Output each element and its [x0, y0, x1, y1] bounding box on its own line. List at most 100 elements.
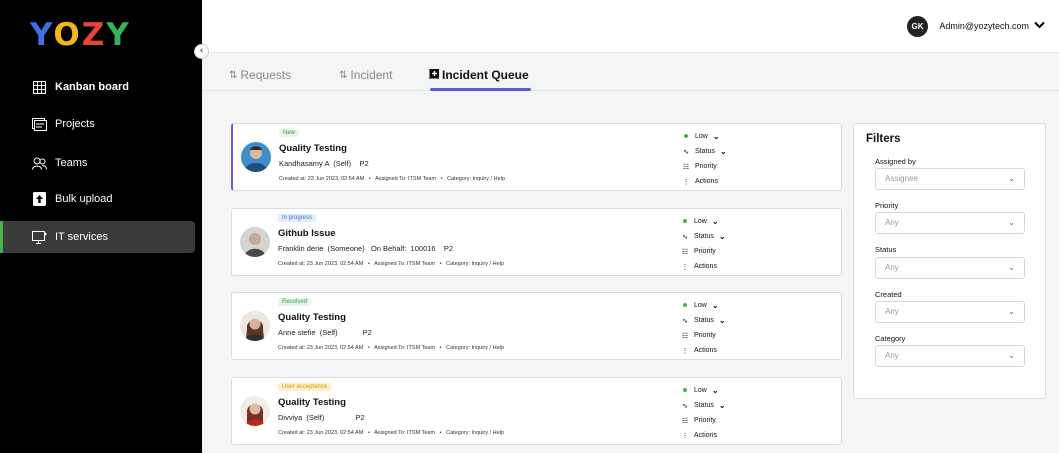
card-title[interactable]: Quality Testing [279, 143, 347, 154]
chevron-down-icon: ⌄ [718, 401, 726, 410]
priority-button[interactable]: ☷ Priority [680, 244, 740, 259]
chevron-down-icon: ⌄ [1008, 263, 1015, 272]
chevron-down-icon: ⌄ [711, 217, 719, 226]
priority-dropdown[interactable]: Low ⌄ [681, 129, 741, 144]
status-badge: Resolved [278, 298, 312, 306]
active-tab-indicator [430, 88, 531, 91]
card-title[interactable]: Quality Testing [278, 397, 346, 408]
activity-icon: ∿ [682, 317, 688, 325]
card-requester: Anne stefie (Self) P2 [278, 328, 372, 337]
teams-icon [31, 155, 47, 171]
activity-icon: ∿ [682, 233, 688, 241]
chevron-left-icon: ‹ [199, 46, 204, 56]
priority-dot-icon [683, 303, 687, 307]
priority-dropdown[interactable]: Low ⌄ [680, 298, 740, 313]
card-meta: Created at: 23 Jun 2023, 02:54 AM • Assi… [278, 261, 504, 267]
card-title[interactable]: Quality Testing [278, 312, 346, 323]
chevron-down-icon: ⌄ [1008, 307, 1015, 316]
avatar [240, 311, 270, 341]
sidebar-item-bulk-upload[interactable]: Bulk upload [0, 183, 195, 215]
status-dropdown[interactable]: ∿ Status ⌄ [681, 144, 741, 159]
chevron-down-icon: ⌄ [1008, 218, 1015, 227]
branch-icon: ⇅ [339, 69, 348, 81]
list-icon: ☷ [681, 417, 689, 425]
sidebar-item-projects[interactable]: Projects [0, 108, 195, 140]
avatar [240, 396, 270, 426]
activity-icon: ∿ [683, 148, 689, 156]
incident-card[interactable]: Resolved Quality Testing Anne stefie (Se… [231, 292, 842, 360]
actions-button[interactable]: ⋮ Actions [680, 343, 740, 358]
incident-card[interactable]: In progress Github Issue Franklin derie … [231, 208, 842, 276]
more-vertical-icon: ⋮ [681, 347, 689, 355]
avatar [240, 227, 270, 257]
chevron-down-icon: ⌄ [718, 232, 726, 241]
more-vertical-icon: ⋮ [681, 432, 689, 440]
avatar[interactable]: GK [907, 16, 928, 37]
priority-dot-icon [683, 219, 687, 223]
tab-incident[interactable]: ⇅ Incident [339, 68, 392, 82]
card-actions-panel: Low ⌄ ∿ Status ⌄ ☷ Priority ⋮ Actions [680, 214, 740, 274]
filter-assigned-by-select[interactable]: Assignee ⌄ [875, 168, 1025, 190]
chevron-down-icon: ⌄ [711, 301, 719, 310]
card-requester: Franklin derie (Someone) On Behalf: 1000… [278, 244, 454, 253]
filters-title: Filters [866, 133, 901, 145]
sidebar: YOZY Kanban board Projects Teams Bulk up… [0, 0, 202, 453]
sidebar-item-it-services[interactable]: IT services [0, 221, 195, 253]
card-actions-panel: Low ⌄ ∿ Status ⌄ ☷ Priority ⋮ Actions [680, 298, 740, 358]
card-actions-panel: Low ⌄ ∿ Status ⌄ ☷ Priority ⋮ Actions [681, 129, 741, 189]
filter-created-select[interactable]: Any ⌄ [875, 301, 1025, 323]
kanban-icon [31, 79, 47, 95]
card-meta: Created at: 23 Jun 2023, 02:54 AM • Assi… [278, 345, 504, 351]
user-email[interactable]: Admin@yozytech.com [939, 21, 1029, 31]
list-icon: ☷ [682, 163, 690, 171]
filter-label-assigned-by: Assigned by [875, 157, 916, 166]
filter-priority-select[interactable]: Any ⌄ [875, 212, 1025, 234]
status-dropdown[interactable]: ∿ Status ⌄ [680, 313, 740, 328]
branch-icon: ⇅ [229, 69, 238, 81]
chevron-down-icon: ⌄ [711, 386, 719, 395]
status-dropdown[interactable]: ∿ Status ⌄ [680, 398, 740, 413]
sidebar-item-kanban-board[interactable]: Kanban board [0, 71, 195, 103]
filter-status-select[interactable]: Any ⌄ [875, 257, 1025, 279]
activity-icon: ∿ [682, 402, 688, 410]
priority-button[interactable]: ☷ Priority [680, 328, 740, 343]
chevron-down-icon: ⌄ [712, 132, 720, 141]
list-icon: ☷ [681, 332, 689, 340]
filters-panel: Filters Assigned by Assignee ⌄ Priority A… [853, 123, 1046, 399]
monitor-icon [31, 229, 47, 245]
tab-requests[interactable]: ⇅ Requests [229, 68, 291, 82]
actions-button[interactable]: ⋮ Actions [680, 428, 740, 443]
more-vertical-icon: ⋮ [682, 178, 690, 186]
filter-label-created: Created [875, 290, 902, 299]
priority-button[interactable]: ☷ Priority [681, 159, 741, 174]
actions-button[interactable]: ⋮ Actions [680, 259, 740, 274]
chevron-down-icon[interactable] [1034, 20, 1045, 32]
tab-bar: ⇅ Requests ⇅ Incident Incident Queue [202, 53, 1059, 91]
priority-button[interactable]: ☷ Priority [680, 413, 740, 428]
incident-card[interactable]: User acceptance Quality Testing Divviya … [231, 377, 842, 445]
top-header: GK Admin@yozytech.com [202, 0, 1059, 53]
filter-category-select[interactable]: Any ⌄ [875, 345, 1025, 367]
actions-button[interactable]: ⋮ Actions [681, 174, 741, 189]
status-dropdown[interactable]: ∿ Status ⌄ [680, 229, 740, 244]
incident-card[interactable]: New Quality Testing Kandhasamy A (Self) … [231, 123, 842, 191]
queue-icon [428, 68, 439, 82]
card-title[interactable]: Github Issue [278, 228, 336, 239]
chevron-down-icon: ⌄ [1008, 351, 1015, 360]
filter-label-category: Category [875, 334, 906, 343]
sidebar-collapse-button[interactable]: ‹ [194, 44, 209, 59]
yozy-logo[interactable]: YOZY [30, 17, 131, 53]
priority-dropdown[interactable]: Low ⌄ [680, 214, 740, 229]
priority-dropdown[interactable]: Low ⌄ [680, 383, 740, 398]
avatar [241, 142, 271, 172]
filter-label-priority: Priority [875, 201, 899, 210]
upload-icon [31, 191, 47, 207]
status-badge: User acceptance [278, 383, 332, 391]
sidebar-item-teams[interactable]: Teams [0, 147, 195, 179]
chevron-down-icon: ⌄ [718, 316, 726, 325]
card-actions-panel: Low ⌄ ∿ Status ⌄ ☷ Priority ⋮ Actions [680, 383, 740, 443]
status-badge: New [279, 129, 300, 137]
tab-incident-queue[interactable]: Incident Queue [428, 68, 529, 82]
card-meta: Created at: 23 Jun 2023, 02:54 AM • Assi… [279, 176, 505, 182]
card-meta: Created at: 23 Jun 2023, 02:54 AM • Assi… [278, 430, 504, 436]
